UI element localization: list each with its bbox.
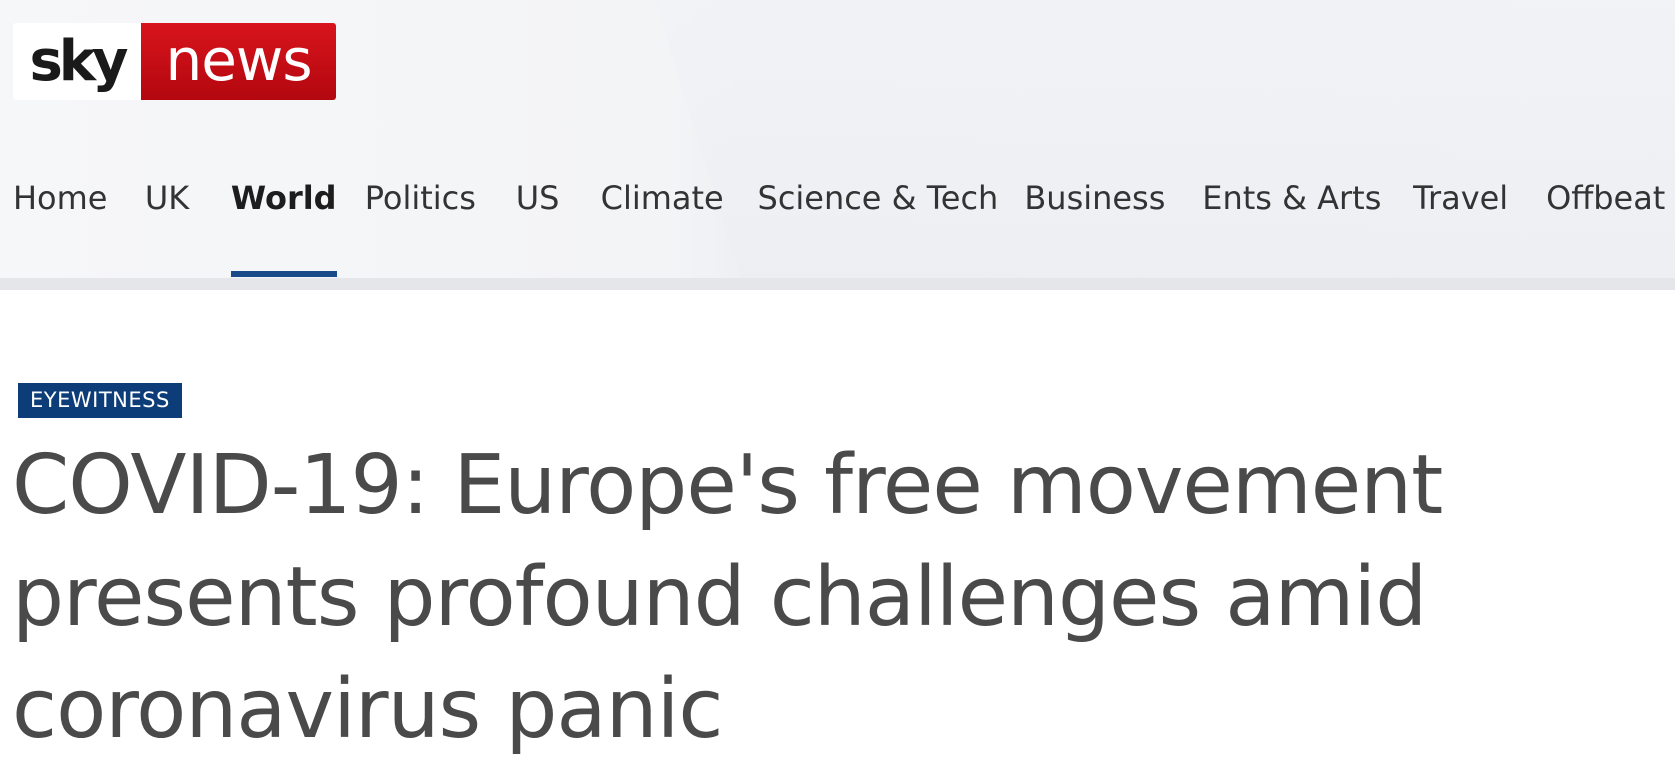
nav-item-uk[interactable]: UK	[145, 180, 189, 280]
masthead-header: sky news Home UK World Politics US Clima…	[0, 0, 1675, 290]
nav-item-label: Climate	[600, 179, 724, 217]
nav-item-label: Politics	[364, 179, 476, 217]
logo-news-part: news	[141, 23, 336, 100]
nav-item-science-tech[interactable]: Science & Tech	[758, 180, 999, 280]
nav-item-label: Offbeat	[1546, 179, 1666, 217]
nav-item-label: UK	[144, 179, 190, 217]
nav-item-home[interactable]: Home	[13, 180, 107, 280]
sky-news-logo[interactable]: sky news	[13, 23, 336, 100]
nav-item-label: US	[515, 179, 560, 217]
nav-item-label: Science & Tech	[757, 179, 999, 217]
nav-item-label: Travel	[1413, 179, 1509, 217]
nav-item-label: Business	[1024, 179, 1166, 217]
nav-item-us[interactable]: US	[516, 180, 560, 280]
nav-item-offbeat[interactable]: Offbeat	[1546, 180, 1665, 280]
nav-item-label: World	[230, 179, 337, 217]
nav-item-ents-arts[interactable]: Ents & Arts	[1202, 180, 1381, 280]
nav-item-label: Home	[12, 179, 108, 217]
nav-item-climate[interactable]: Climate	[601, 180, 724, 280]
logo-sky-part: sky	[13, 23, 141, 100]
article-headline: COVID-19: Europe's free movement present…	[12, 438, 1443, 757]
nav-item-business[interactable]: Business	[1024, 180, 1165, 280]
nav-item-politics[interactable]: Politics	[365, 180, 476, 280]
nav-item-label: Ents & Arts	[1202, 179, 1382, 217]
active-tab-indicator	[230, 271, 337, 277]
category-label[interactable]: EYEWITNESS	[18, 383, 182, 418]
nav-item-travel[interactable]: Travel	[1413, 180, 1508, 280]
nav-item-world[interactable]: World	[230, 179, 337, 280]
